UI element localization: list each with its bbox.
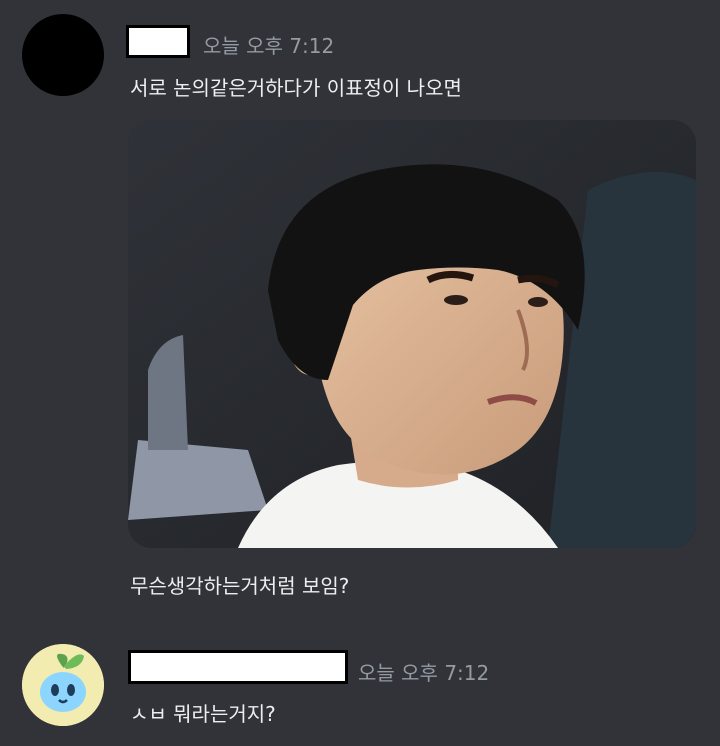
- message-2: 오늘 오후 7:12 ㅅㅂ 뭐라는거지?: [0, 620, 720, 746]
- attachment-photo: [128, 120, 696, 548]
- user-avatar-1[interactable]: [22, 14, 104, 96]
- message-text-2: ㅅㅂ 뭐라는거지?: [130, 702, 276, 726]
- username-redacted-1[interactable]: [126, 25, 190, 58]
- username-redacted-2[interactable]: [128, 650, 348, 684]
- sprout-creature-icon: [22, 644, 104, 726]
- message-timestamp-2: 오늘 오후 7:12: [358, 661, 490, 685]
- message-timestamp-1: 오늘 오후 7:12: [203, 34, 335, 58]
- message-text-1a: 서로 논의같은거하다가 이표정이 나오면: [130, 76, 462, 100]
- right-eye: [528, 297, 548, 307]
- message-text-1b: 무슨생각하는거처럼 보임?: [130, 574, 350, 598]
- equipment-left: [128, 440, 268, 520]
- message-1: 오늘 오후 7:12 서로 논의같은거하다가 이표정이 나오면 무슨생각하는거처…: [0, 0, 720, 620]
- image-attachment[interactable]: [128, 120, 696, 548]
- user-avatar-2[interactable]: [22, 644, 104, 726]
- left-eye: [444, 295, 468, 305]
